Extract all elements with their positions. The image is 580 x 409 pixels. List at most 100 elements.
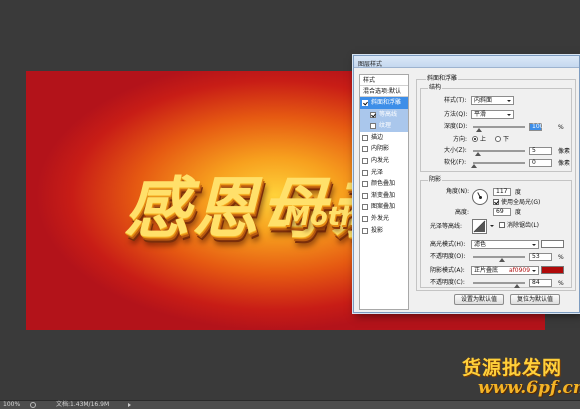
direction-label: 方向: (453, 136, 468, 143)
soften-slider-knob[interactable] (471, 164, 477, 168)
gloss-contour-label: 光泽等高线: (430, 223, 463, 230)
highlight-mode-label: 高光模式(H): (430, 241, 466, 248)
style-item[interactable]: 描边 (360, 132, 408, 144)
style-item[interactable]: 投影 (360, 225, 408, 237)
reset-default-button[interactable]: 复位为默认值 (510, 294, 560, 305)
blending-options-item[interactable]: 混合选项:默认 (360, 86, 408, 97)
style-item[interactable]: 渐变叠加 (360, 190, 408, 202)
highlight-color-swatch[interactable] (541, 240, 564, 248)
direction-up-label: 上 (480, 136, 487, 143)
highlight-opacity-knob[interactable] (499, 258, 505, 262)
style-label: 样式(T): (444, 97, 467, 104)
depth-label: 深度(D): (444, 123, 468, 130)
highlight-opacity-label: 不透明度(O): (430, 253, 466, 260)
depth-input[interactable]: 100 (529, 123, 543, 131)
style-checkbox[interactable] (362, 227, 368, 234)
style-checkbox[interactable] (362, 215, 368, 222)
dialog-titlebar[interactable]: 图层样式 (354, 56, 579, 68)
size-label: 大小(Z): (444, 147, 467, 154)
shadow-opacity-knob[interactable] (514, 284, 520, 288)
style-checkbox[interactable] (362, 157, 368, 164)
shadow-color-swatch[interactable] (541, 266, 564, 274)
style-item-label: 内发光 (371, 156, 390, 164)
altitude-input[interactable]: 69 (493, 208, 511, 216)
style-item[interactable]: 等高线 (360, 108, 408, 121)
style-item[interactable]: 颜色叠加 (360, 178, 408, 190)
zoom-level[interactable]: 100% (3, 401, 20, 409)
document-size: 文档:1.43M/16.9M (56, 401, 110, 408)
style-item[interactable]: 纹理 (360, 120, 408, 132)
shadow-opacity-slider[interactable] (473, 282, 525, 288)
status-menu-arrow-icon[interactable] (128, 403, 131, 407)
soften-unit: 像素 (558, 160, 571, 167)
navigator-icon[interactable] (30, 402, 36, 408)
style-item[interactable]: 内发光 (360, 155, 408, 167)
soften-slider[interactable] (471, 162, 525, 168)
angle-dial-center (479, 196, 482, 199)
angle-unit: 度 (515, 189, 522, 196)
technique-label: 方法(Q): (444, 111, 468, 118)
style-item[interactable]: 光泽 (360, 167, 408, 179)
style-item-label: 颜色叠加 (371, 180, 396, 188)
style-checkbox[interactable] (362, 192, 368, 199)
shadow-opacity-input[interactable]: 84 (529, 279, 552, 287)
angle-dial[interactable] (472, 189, 488, 205)
technique-select[interactable]: 平滑 (471, 110, 514, 119)
size-slider-knob[interactable] (475, 152, 481, 156)
direction-down-label: 下 (503, 136, 510, 143)
direction-down-radio[interactable] (495, 136, 501, 142)
soften-input[interactable]: 0 (529, 159, 552, 167)
shadow-color-hex: af0909 (509, 267, 531, 274)
altitude-unit: 度 (515, 209, 522, 216)
highlight-mode-select[interactable]: 滤色 (471, 240, 539, 249)
shadow-mode-label: 阴影模式(A): (430, 267, 465, 274)
size-slider[interactable] (473, 150, 525, 156)
style-item-label: 光泽 (371, 168, 384, 176)
anti-alias-checkbox[interactable] (499, 222, 505, 228)
chevron-down-icon (507, 100, 511, 102)
style-checkbox[interactable] (362, 146, 368, 153)
contour-curve-icon (473, 220, 486, 233)
style-checkbox[interactable] (362, 134, 368, 141)
angle-input[interactable]: 117 (493, 188, 511, 196)
contour-dropdown-icon[interactable] (490, 225, 494, 227)
soften-label: 软化(F): (444, 159, 467, 166)
style-item[interactable]: 内阴影 (360, 143, 408, 155)
status-bar: 100% 文档:1.43M/16.9M (0, 400, 580, 409)
global-light-label: 使用全局光(G) (501, 199, 541, 206)
style-item[interactable]: 斜面和浮雕 (360, 97, 408, 109)
global-light-checkbox[interactable] (493, 199, 499, 205)
layer-style-dialog: 图层样式 样式 混合选项:默认 斜面和浮雕等高线 纹理 描边 内阴影 内发光光泽颜色叠加… (353, 55, 580, 313)
direction-up-radio[interactable] (472, 136, 478, 142)
chevron-down-icon (507, 114, 511, 116)
shading-group-label: 阴影 (428, 176, 443, 183)
shadow-opacity-label: 不透明度(C): (430, 279, 465, 286)
depth-slider-knob[interactable] (476, 128, 482, 132)
altitude-label: 高度: (455, 209, 470, 216)
angle-label: 角度(N): (446, 188, 470, 195)
size-input[interactable]: 5 (529, 147, 552, 155)
chevron-down-icon (532, 270, 536, 272)
highlight-opacity-slider[interactable] (473, 256, 525, 262)
style-item-label: 斜面和浮雕 (371, 99, 402, 106)
style-checkbox[interactable] (362, 181, 368, 188)
set-default-button[interactable]: 设置为默认值 (454, 294, 504, 305)
styles-header[interactable]: 样式 (360, 75, 408, 86)
bevel-style-select[interactable]: 内斜面 (471, 96, 514, 105)
watermark-logo-text: 货源批发网 (462, 357, 563, 379)
style-checkbox[interactable] (370, 123, 376, 130)
style-checkbox[interactable] (362, 169, 368, 176)
shadow-mode-select[interactable]: 正片叠底 af0909 (471, 266, 539, 275)
gloss-contour-picker[interactable] (472, 219, 487, 234)
styles-list: 样式 混合选项:默认 斜面和浮雕等高线 纹理 描边 内阴影 内发光光泽颜色叠加渐变叠加图… (359, 74, 409, 310)
style-item[interactable]: 图案叠加 (360, 201, 408, 213)
style-checkbox[interactable] (370, 111, 376, 118)
style-item[interactable]: 外发光 (360, 213, 408, 225)
photoshop-workspace: 感恩母亲 Mothe 货源批发网 www.6pf.cn 100% 文档:1.43… (0, 0, 580, 409)
watermark-url: www.6pf.cn (478, 378, 580, 398)
style-item-label: 外发光 (371, 214, 390, 222)
style-checkbox[interactable] (362, 100, 368, 106)
depth-slider[interactable] (473, 126, 525, 132)
style-checkbox[interactable] (362, 204, 368, 211)
highlight-opacity-input[interactable]: 53 (529, 253, 552, 261)
